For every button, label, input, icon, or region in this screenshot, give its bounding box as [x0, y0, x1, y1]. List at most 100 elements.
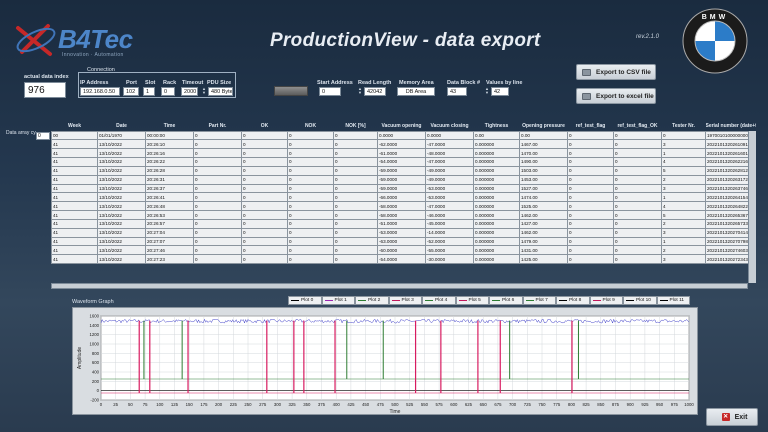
table-cell[interactable]: -53.0000: [425, 192, 474, 203]
table-cell[interactable]: 0: [333, 157, 378, 167]
table-cell[interactable]: -55.0000: [425, 245, 474, 256]
table-cell[interactable]: 0: [241, 130, 288, 141]
legend-item[interactable]: Plot 9: [589, 296, 623, 305]
table-cell[interactable]: 00:00:00: [145, 130, 194, 141]
table-cell[interactable]: 20:26:37: [145, 183, 194, 194]
table-cell[interactable]: -58.0000: [377, 201, 426, 212]
table-cell[interactable]: -52.0000: [425, 236, 474, 247]
table-cell[interactable]: 0: [287, 174, 334, 185]
table-cell[interactable]: 0: [613, 183, 662, 194]
legend-item[interactable]: Plot 1: [321, 296, 355, 305]
table-cell[interactable]: 3: [661, 227, 706, 238]
table-cell[interactable]: 1525.00: [519, 201, 568, 212]
table-cell[interactable]: 13/10/2022: [97, 245, 146, 256]
table-cell[interactable]: 0: [241, 139, 288, 150]
table-cell[interactable]: 0: [193, 210, 242, 220]
table-cell[interactable]: 0.000000: [473, 139, 520, 150]
table-cell[interactable]: -59.0000: [377, 183, 426, 194]
table-cell[interactable]: 0: [241, 183, 288, 194]
table-cell[interactable]: 20:26:48: [145, 201, 194, 212]
table-cell[interactable]: 1503.00: [519, 165, 568, 176]
table-cell[interactable]: 0: [287, 254, 334, 265]
table-cell[interactable]: 1470.00: [519, 148, 568, 159]
table-cell[interactable]: 0: [333, 192, 378, 203]
table-cell[interactable]: 0: [287, 201, 334, 212]
table-cell[interactable]: 0: [613, 139, 662, 150]
table-cell[interactable]: 0: [567, 130, 614, 141]
table-cell[interactable]: 0: [567, 139, 614, 150]
table-cell[interactable]: 13/10/2022: [97, 201, 146, 212]
legend-item[interactable]: Plot 7: [522, 296, 556, 305]
table-cell[interactable]: 0: [333, 227, 378, 238]
table-cell[interactable]: 1474.00: [519, 192, 568, 203]
table-cell[interactable]: 13/10/2022: [97, 192, 146, 203]
table-cell[interactable]: -62.0000: [377, 139, 426, 150]
table-cell[interactable]: 0: [567, 183, 614, 194]
table-cell[interactable]: 0: [287, 192, 334, 203]
table-cell[interactable]: 0: [567, 210, 614, 220]
table-cell[interactable]: 13/10/2022: [97, 210, 146, 220]
table-cell[interactable]: 0.000000: [473, 254, 520, 265]
table-cell[interactable]: 0: [193, 201, 242, 212]
table-cell[interactable]: 0: [333, 210, 378, 220]
table-cell[interactable]: -59.0000: [377, 165, 426, 176]
table-cell[interactable]: 0: [613, 245, 662, 256]
table-cell[interactable]: 0: [567, 227, 614, 238]
table-cell[interactable]: -49.0000: [425, 174, 474, 185]
data-block-field[interactable]: 43: [447, 87, 467, 96]
table-cell[interactable]: 0: [613, 130, 662, 141]
table-cell[interactable]: 1: [661, 236, 706, 247]
table-cell[interactable]: 0: [613, 157, 662, 167]
table-cell[interactable]: 41: [51, 227, 98, 238]
table-cell[interactable]: 0: [613, 201, 662, 212]
table-cell[interactable]: 1467.00: [519, 139, 568, 150]
table-cell[interactable]: 0: [241, 174, 288, 185]
table-cell[interactable]: 0: [287, 165, 334, 176]
table-cell[interactable]: 20:26:28: [145, 165, 194, 176]
table-vertical-scrollbar[interactable]: [748, 131, 756, 283]
table-cell[interactable]: 20:27:07: [145, 236, 194, 247]
table-cell[interactable]: 4: [661, 201, 706, 212]
legend-item[interactable]: Plot 2: [355, 296, 389, 305]
table-cell[interactable]: 0: [287, 130, 334, 141]
table-cell[interactable]: 41: [51, 218, 98, 229]
pdu-field[interactable]: 480 Bytes: [208, 87, 233, 96]
table-cell[interactable]: 0: [193, 218, 242, 229]
table-horizontal-scrollbar[interactable]: [51, 283, 748, 289]
table-cell[interactable]: -59.0000: [377, 174, 426, 185]
table-cell[interactable]: 0.00: [473, 130, 520, 141]
table-cell[interactable]: 1490.00: [519, 157, 568, 167]
start-address-field[interactable]: 0: [319, 87, 341, 96]
table-cell[interactable]: 0: [567, 148, 614, 159]
timeout-field[interactable]: 2000: [181, 87, 198, 96]
table-cell[interactable]: 0.000000: [473, 210, 520, 220]
table-cell[interactable]: 0: [193, 183, 242, 194]
table-cell[interactable]: 13/10/2022: [97, 165, 146, 176]
table-cell[interactable]: -46.0000: [425, 210, 474, 220]
legend-item[interactable]: Plot 8: [556, 296, 590, 305]
table-cell[interactable]: 0.000000: [473, 218, 520, 229]
table-cell[interactable]: 0: [333, 183, 378, 194]
table-cell[interactable]: 41: [51, 139, 98, 150]
table-cell[interactable]: 00: [51, 130, 98, 141]
table-cell[interactable]: 41: [51, 148, 98, 159]
table-cell[interactable]: 0: [567, 218, 614, 229]
table-cell[interactable]: -54.0000: [377, 254, 426, 265]
table-cell[interactable]: -54.0000: [377, 157, 426, 167]
legend-item[interactable]: Plot 6: [489, 296, 523, 305]
table-cell[interactable]: -51.0000: [377, 218, 426, 229]
table-cell[interactable]: 0: [333, 174, 378, 185]
table-cell[interactable]: -47.0000: [425, 139, 474, 150]
export-excel-button[interactable]: Export to excel file: [576, 88, 656, 104]
export-csv-button[interactable]: Export to CSV file: [576, 64, 656, 80]
table-cell[interactable]: 0: [567, 174, 614, 185]
table-cell[interactable]: 0: [567, 192, 614, 203]
table-cell[interactable]: 0.000000: [473, 245, 520, 256]
table-cell[interactable]: 0: [193, 148, 242, 159]
table-cell[interactable]: -60.0000: [377, 245, 426, 256]
table-cell[interactable]: 41: [51, 157, 98, 167]
table-cell[interactable]: 0.000000: [473, 227, 520, 238]
table-cell[interactable]: 0: [333, 254, 378, 265]
table-cell[interactable]: 13/10/2022: [97, 218, 146, 229]
table-cell[interactable]: 0: [333, 130, 378, 141]
